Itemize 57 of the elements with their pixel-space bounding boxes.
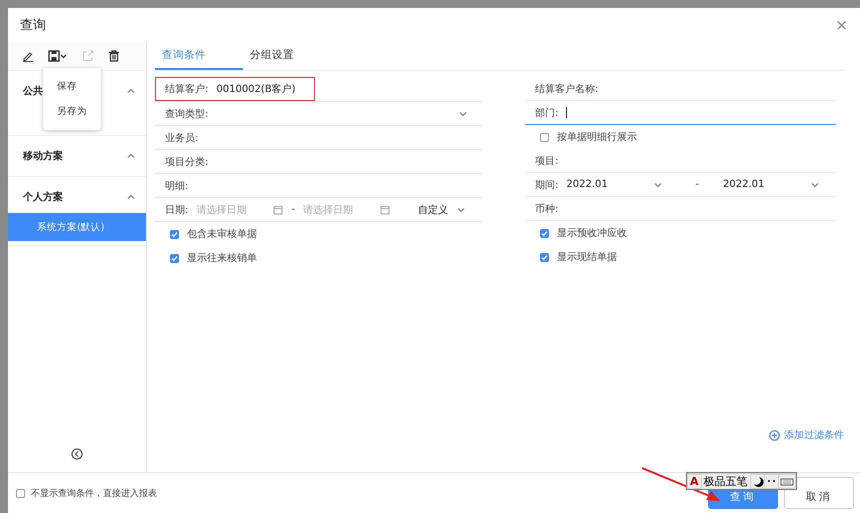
period-select[interactable]: 2022.01	[566, 179, 646, 190]
checkbox[interactable]	[16, 488, 25, 498]
trash-icon[interactable]	[108, 50, 120, 62]
scheme-group-header[interactable]: 公共	[23, 84, 43, 98]
save-icon[interactable]	[48, 50, 68, 62]
input-field[interactable]: 项目:	[525, 149, 836, 173]
field-label: 业务员:	[165, 132, 198, 144]
tab[interactable]: 分组设置	[243, 42, 331, 70]
checkbox[interactable]	[540, 132, 549, 142]
checkbox-label: 不显示查询条件，直接进入报表	[31, 488, 157, 500]
checkbox[interactable]	[540, 228, 549, 238]
input-field[interactable]: 明细:	[155, 174, 482, 198]
checkbox[interactable]	[540, 252, 549, 262]
menu-item[interactable]: 另存为	[43, 99, 101, 124]
dialog-title: 查询	[20, 17, 46, 34]
range-separator: -	[291, 204, 295, 215]
input-field[interactable]: 项目分类:	[155, 150, 482, 174]
input-field[interactable]: 业务员:	[155, 126, 482, 150]
checkbox[interactable]	[170, 254, 179, 262]
select-field[interactable]: 查询类型:	[155, 102, 482, 126]
field-label: 币种:	[535, 202, 558, 216]
checkbox-label: 显示预收冲应收	[557, 226, 627, 240]
input-field[interactable]: 结算客户名称:	[525, 77, 836, 101]
ime-name[interactable]: 极品五笔	[702, 474, 750, 488]
field-label: 结算客户:	[165, 82, 208, 96]
scheme-group-header[interactable]: 个人方案	[23, 190, 63, 204]
moon-icon[interactable]	[750, 474, 764, 488]
date-mode-select[interactable]: 自定义	[418, 202, 448, 216]
menu-item[interactable]: 保存	[43, 74, 101, 99]
scheme-group-header[interactable]: 移动方案	[23, 149, 63, 163]
field-value: 0010002(B客户)	[216, 82, 296, 96]
checkbox[interactable]	[170, 230, 179, 238]
collapse-icon[interactable]	[71, 448, 83, 460]
field-label: 日期:	[165, 204, 188, 216]
checkbox-label: 显示现结单据	[557, 250, 617, 264]
calendar-icon[interactable]	[380, 204, 390, 214]
calendar-icon[interactable]	[273, 204, 284, 214]
period-select[interactable]: 2022.01	[723, 179, 802, 190]
plus-icon	[769, 430, 780, 440]
ime-mode-indicator[interactable]: A	[688, 474, 701, 488]
field-label: 项目分类:	[165, 156, 208, 168]
checkbox-label: 显示往来核销单	[187, 252, 257, 265]
cancel-button[interactable]: 取消	[784, 477, 854, 509]
field-label: 结算客户名称:	[535, 82, 598, 96]
range-separator: -	[695, 179, 699, 190]
field-label: 明细:	[165, 180, 188, 192]
punctuation-icon[interactable]	[764, 474, 778, 488]
input-field[interactable]: 部门:	[525, 101, 836, 125]
checkbox-label: 按单据明细行展示	[557, 130, 637, 144]
field-label: 项目:	[535, 154, 558, 168]
field-label: 期间:	[535, 178, 558, 192]
pencil-icon[interactable]	[22, 50, 34, 62]
input-field[interactable]: 币种:	[525, 197, 836, 221]
checkbox-label: 包含未审核单据	[187, 228, 257, 241]
keyboard-icon[interactable]	[778, 474, 795, 488]
close-button[interactable]: ×	[835, 16, 848, 34]
field-label: 部门:	[535, 106, 558, 120]
